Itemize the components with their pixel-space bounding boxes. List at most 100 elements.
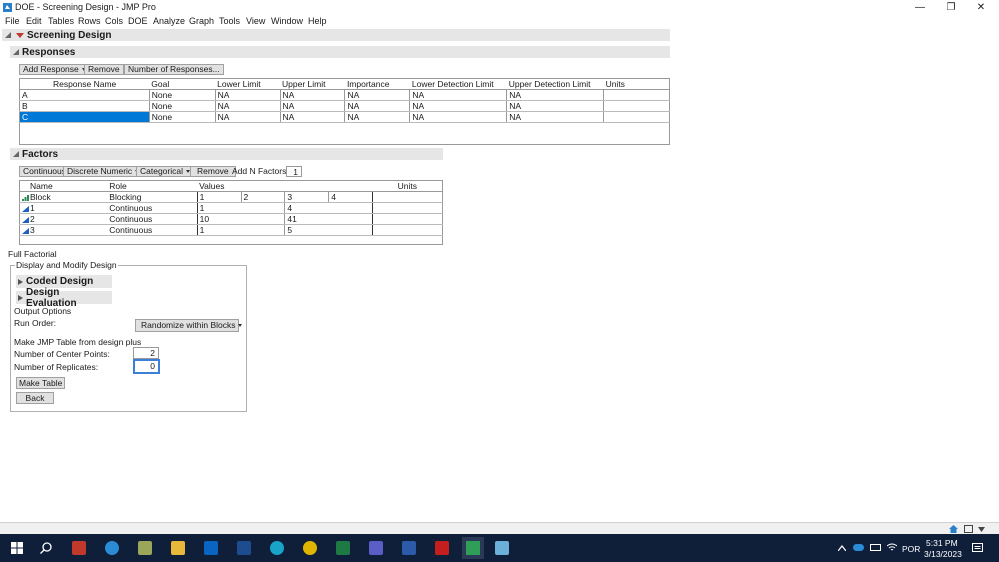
factor-value-cell[interactable]: 3 [284, 191, 330, 203]
wifi-icon[interactable] [887, 543, 897, 552]
clock-time[interactable]: 5:31 PM [926, 538, 958, 548]
menu-view[interactable]: View [246, 16, 265, 26]
goal-cell[interactable]: None [148, 111, 216, 123]
app-icon-red[interactable] [72, 541, 86, 555]
security-shield-icon[interactable] [237, 541, 251, 555]
maximize-button[interactable]: ❐ [936, 0, 966, 15]
factors-header[interactable]: Factors [10, 148, 443, 160]
menu-file[interactable]: File [5, 16, 20, 26]
factor-value-cell[interactable]: 1 [196, 202, 286, 214]
lower-limit-cell[interactable]: NA [214, 100, 281, 112]
make-table-button[interactable]: Make Table [16, 377, 66, 389]
response-name-cell[interactable]: B [19, 100, 150, 112]
chrome-browser-icon[interactable] [303, 541, 317, 555]
factor-value-cell[interactable]: 5 [284, 224, 374, 236]
lower-detection-cell[interactable]: NA [409, 100, 507, 112]
chevron-up-icon[interactable] [838, 545, 846, 551]
disclosure-closed-icon[interactable] [18, 294, 23, 301]
design-evaluation-header[interactable]: Design Evaluation [16, 287, 112, 309]
table-row[interactable]: 1 Continuous 1 4 [19, 202, 443, 214]
discrete-numeric-button[interactable]: Discrete Numeric [63, 166, 144, 177]
minimize-button[interactable]: — [905, 0, 935, 15]
importance-cell[interactable]: NA [344, 100, 410, 112]
goal-cell[interactable]: None [148, 100, 216, 112]
factor-name-cell[interactable]: Block [19, 191, 108, 203]
table-row[interactable]: Block Blocking 1 2 3 4 [19, 191, 443, 203]
upper-limit-cell[interactable]: NA [279, 111, 345, 123]
teams-icon[interactable] [369, 541, 383, 555]
factor-name-cell[interactable]: 3 [19, 224, 108, 236]
add-response-button[interactable]: Add Response [19, 64, 90, 75]
number-of-responses-button[interactable]: Number of Responses... [124, 64, 224, 75]
factor-value-cell[interactable]: 4 [328, 191, 374, 203]
factor-units-cell[interactable] [372, 202, 443, 214]
remove-response-button[interactable]: Remove [84, 64, 124, 75]
factor-name-cell[interactable]: 2 [19, 213, 108, 225]
notifications-icon[interactable] [972, 543, 983, 553]
lower-limit-cell[interactable]: NA [214, 89, 281, 101]
upper-limit-cell[interactable]: NA [279, 100, 345, 112]
excel-icon[interactable] [336, 541, 350, 555]
menu-tables[interactable]: Tables [48, 16, 74, 26]
responses-header[interactable]: Responses [10, 46, 670, 58]
table-row[interactable]: 2 Continuous 10 41 [19, 213, 443, 225]
replicates-input[interactable]: 0 [133, 359, 160, 374]
disclosure-closed-icon[interactable] [18, 278, 23, 285]
lower-detection-cell[interactable]: NA [409, 89, 507, 101]
add-n-factors-input[interactable]: 1 [286, 166, 302, 177]
disclosure-icon[interactable] [13, 49, 19, 55]
factor-name-cell[interactable]: 1 [19, 202, 108, 214]
input-language[interactable]: POR [902, 544, 920, 554]
upper-detection-cell[interactable]: NA [506, 89, 604, 101]
factor-value-cell[interactable]: 4 [284, 202, 374, 214]
factor-units-cell[interactable] [372, 191, 443, 203]
menu-tools[interactable]: Tools [219, 16, 240, 26]
response-name-cell[interactable]: C [19, 111, 150, 123]
factor-value-cell[interactable]: 1 [196, 224, 286, 236]
menu-graph[interactable]: Graph [189, 16, 214, 26]
factor-value-cell[interactable]: 10 [196, 213, 286, 225]
menu-edit[interactable]: Edit [26, 16, 42, 26]
app-icon-tool[interactable] [138, 541, 152, 555]
remove-factor-button[interactable]: Remove [190, 166, 236, 177]
factor-units-cell[interactable] [372, 213, 443, 225]
importance-cell[interactable]: NA [344, 89, 410, 101]
search-icon[interactable] [39, 541, 53, 555]
factor-value-cell[interactable]: 1 [196, 191, 242, 203]
window-list-icon[interactable] [964, 525, 973, 533]
units-cell[interactable] [603, 111, 670, 123]
center-points-input[interactable]: 2 [133, 347, 159, 359]
upper-detection-cell[interactable]: NA [506, 100, 604, 112]
file-explorer-icon[interactable] [171, 541, 185, 555]
word-icon[interactable] [402, 541, 416, 555]
menu-cols[interactable]: Cols [105, 16, 123, 26]
app-icon-blue-circle[interactable] [105, 541, 119, 555]
table-row[interactable]: A None NA NA NA NA NA [19, 89, 670, 101]
edge-browser-icon[interactable] [270, 541, 284, 555]
onedrive-icon[interactable] [853, 544, 864, 551]
table-row[interactable]: 3 Continuous 1 5 [19, 224, 443, 236]
home-icon[interactable] [949, 525, 958, 533]
table-row[interactable]: C None NA NA NA NA NA [19, 111, 670, 123]
units-cell[interactable] [603, 89, 670, 101]
lower-detection-cell[interactable]: NA [409, 111, 507, 123]
back-button[interactable]: Back [16, 392, 54, 404]
units-cell[interactable] [603, 100, 670, 112]
lower-limit-cell[interactable]: NA [214, 111, 281, 123]
red-triangle-menu-icon[interactable] [16, 32, 24, 38]
close-button[interactable]: ✕ [966, 0, 996, 15]
jmp-taskbar-active[interactable] [462, 537, 484, 559]
goal-cell[interactable]: None [148, 89, 216, 101]
factor-value-cell[interactable]: 41 [284, 213, 374, 225]
windows-start-icon[interactable] [10, 541, 24, 555]
importance-cell[interactable]: NA [344, 111, 410, 123]
chevron-down-icon[interactable] [978, 527, 985, 532]
screening-design-header[interactable]: Screening Design [2, 29, 670, 41]
battery-icon[interactable] [870, 544, 881, 551]
app-icon-light-blue[interactable] [495, 541, 509, 555]
menu-doe[interactable]: DOE [128, 16, 148, 26]
menu-rows[interactable]: Rows [78, 16, 101, 26]
upper-limit-cell[interactable]: NA [279, 89, 345, 101]
menu-analyze[interactable]: Analyze [153, 16, 185, 26]
menu-window[interactable]: Window [271, 16, 303, 26]
